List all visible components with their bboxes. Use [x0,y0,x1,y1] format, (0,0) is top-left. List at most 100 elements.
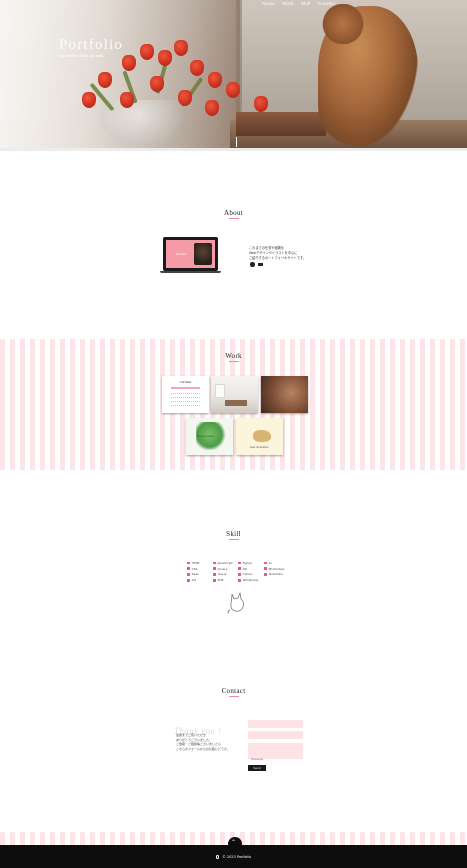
about-title-underline [229,218,239,219]
bullet-icon [213,573,216,576]
skill-label: Wordpress [242,578,259,583]
bullet-icon [264,561,267,565]
bullet-icon [187,578,190,582]
skill-column: Figma XD Canva Wordpress [238,560,258,583]
card-header-bar [171,387,200,389]
skill-item: PHP [213,577,233,583]
hero-subtitle: My creative works and skills [60,54,104,58]
name-field[interactable]: Name [248,720,303,738]
skill-column: HTML CSS Sass Git [187,560,200,583]
skill-column: JavaScript jQuery Vue.js PHP [213,560,233,583]
tulip-flower [174,40,188,56]
nav-item-contact[interactable]: Contact [318,1,336,6]
work-card-green[interactable]: Green Garden [186,418,233,455]
nav-item-skill[interactable]: Skill [301,1,311,6]
chevron-up-icon: ⌃ [231,838,237,846]
skill-label: Photoshop [268,566,285,571]
tulip-flower [122,55,136,71]
bullet-icon [187,573,190,576]
skill-label: JavaScript [217,560,233,565]
skill-label: AI [268,560,272,565]
cat-head [320,4,366,44]
skill-label: Illustrator [268,572,284,577]
skill-label: Canva [242,572,253,577]
tulip-flower [120,92,134,108]
about-description: これまでの仕事や経験を Webデザインやイラストを中心に ご紹介するポートフォリ… [249,246,329,260]
send-button[interactable]: Send [248,765,266,771]
about-text-line: ご紹介するポートフォリオサイトです。 [249,255,307,260]
skill-label: Vue.js [217,572,227,577]
contact-title: Contact [221,687,246,695]
work-title: Work [225,352,242,360]
message-field[interactable]: Message [248,743,303,761]
hero-divider [0,148,467,151]
tulip-flower [158,50,172,66]
bullet-icon [238,573,241,576]
copyright: © 2023 Portfolio [0,855,467,859]
nav-item-work[interactable]: Work [282,1,294,6]
nav-item-about[interactable]: About [262,1,275,6]
github-icon[interactable] [250,262,255,267]
tulip-flower [190,60,204,76]
bullet-icon [213,567,216,570]
mail-icon[interactable] [257,262,263,267]
card-window [215,384,225,398]
work-title-underline [229,361,239,362]
bullet-icon [238,567,241,570]
book [236,112,326,136]
copyright-text: © 2023 Portfolio [222,855,252,859]
github-icon [215,855,220,859]
skill-list: HTML CSS Sass Git JavaScript jQuery Vue.… [187,560,297,582]
work-card-menu[interactable]: Café Menu [162,376,209,413]
contact-message: 最後までご覧いただき ありがとうございました。 ご依頼・ご相談等ございましたら … [176,733,240,751]
scroll-indicator[interactable] [236,137,237,147]
bullet-icon [264,573,267,576]
bullet-icon [264,567,267,570]
skill-item: Illustrator [264,572,284,578]
email-field[interactable]: Email [248,731,303,749]
tulip-flower [178,90,192,106]
tulip-flower [82,92,96,108]
skill-label: XD [242,566,247,571]
skill-label: Git [191,578,196,583]
hero-section: About Work Skill Contact Portfolio My cr… [0,0,467,150]
card-row [171,393,200,394]
tulip-flower [205,100,219,116]
hero-title: Portfolio [59,37,124,53]
laptop-image: Portfolio [163,237,218,271]
bullet-icon [238,561,241,565]
tulip-flower [150,76,164,92]
bullet-icon [213,578,216,582]
skill-item: Git [187,577,200,583]
work-card-heading: Green Garden [197,434,214,438]
skill-label: Figma [242,560,252,565]
work-card-heading: bear illustration [250,446,269,449]
skill-column: AI Photoshop Illustrator [264,560,284,577]
about-social-links [250,262,263,267]
contact-text-line: こちらのフォームからお気軽にどうぞ。 [176,746,230,751]
skill-label: PHP [217,578,224,583]
work-card-interior[interactable] [211,376,258,413]
skill-label: HTML [191,560,200,565]
card-row [171,405,200,406]
card-row [171,397,200,398]
laptop-display: Portfolio [166,240,215,268]
work-card-bear[interactable]: bear illustration [236,418,283,455]
back-to-top-button[interactable]: ⌃ [228,837,242,851]
card-table [225,400,247,406]
tulip-flower [254,96,268,112]
contact-title-underline [229,696,239,697]
skill-title: Skill [226,530,241,538]
bullet-icon [187,561,190,565]
work-card-cat-photo[interactable] [261,376,308,413]
skill-item: Wordpress [238,577,258,583]
bullet-icon [213,561,216,565]
skill-title-underline [229,539,239,540]
message-placeholder: Message [251,756,264,761]
laptop-display-photo [194,243,212,265]
laptop-display-text: Portfolio [176,252,187,256]
laptop-base [160,271,221,273]
about-title: About [224,209,243,217]
main-nav: About Work Skill Contact [262,1,335,6]
card-row [171,401,200,402]
